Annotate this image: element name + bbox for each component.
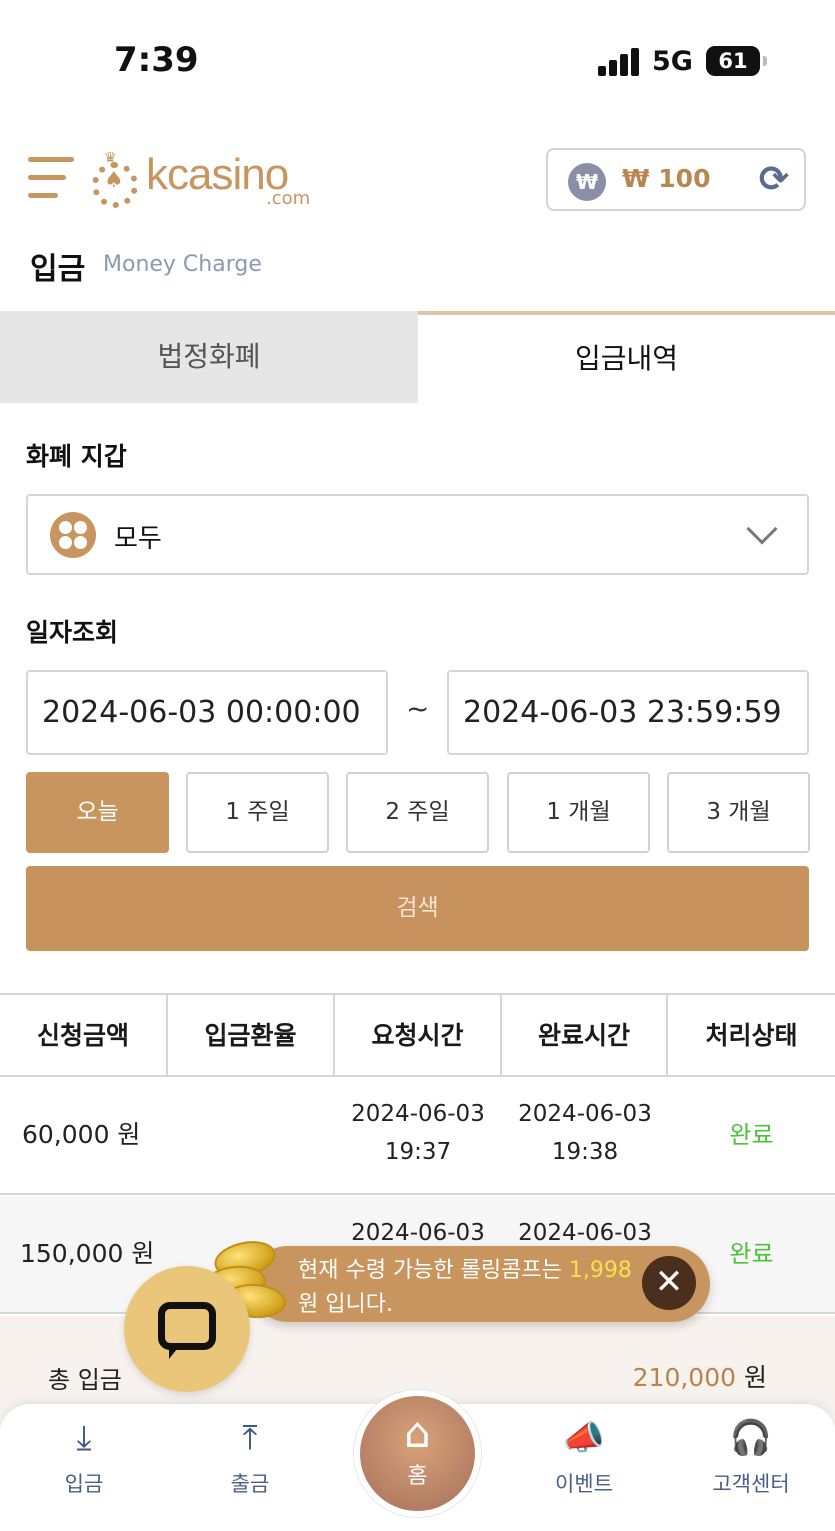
chevron-down-icon bbox=[746, 513, 778, 545]
status-bar: 7:39 5G 61 bbox=[0, 0, 835, 120]
won-icon: ₩ bbox=[568, 163, 606, 201]
total-label: 총 입금 bbox=[48, 1366, 122, 1394]
nav-event[interactable]: 📣 이벤트 bbox=[529, 1414, 639, 1498]
nav-home[interactable]: ⌂ 홈 bbox=[354, 1390, 481, 1517]
range-1month-button[interactable]: 1 개월 bbox=[507, 772, 650, 853]
deposit-icon: ⤓ bbox=[76, 1418, 92, 1458]
chip-icon bbox=[92, 162, 138, 208]
row-request-time: 2024-06-03 19:37 bbox=[335, 1077, 501, 1193]
home-indicator bbox=[0, 1523, 835, 1531]
logo[interactable]: ♛ kcasino .com bbox=[92, 150, 332, 212]
network-type: 5G bbox=[652, 46, 693, 77]
total-value: 210,000 원 bbox=[633, 1358, 767, 1394]
search-button[interactable]: 검색 bbox=[26, 866, 809, 951]
wallet-label: 화폐 지갑 bbox=[26, 442, 127, 471]
status-time: 7:39 bbox=[114, 40, 199, 80]
headset-icon: 🎧 bbox=[729, 1418, 773, 1458]
col-complete-time: 완료시간 bbox=[502, 995, 668, 1077]
row-amount: 60,000 원 bbox=[22, 1120, 141, 1149]
balance-amount: ₩ 100 bbox=[622, 164, 711, 193]
signal-icon bbox=[598, 48, 642, 76]
megaphone-icon: 📣 bbox=[562, 1418, 606, 1458]
wallet-select[interactable]: 모두 bbox=[26, 494, 809, 575]
nav-home-label: 홈 bbox=[407, 1464, 428, 1489]
battery-icon: 61 bbox=[706, 46, 767, 76]
balance-box: ₩ ₩ 100 ⟳ bbox=[546, 148, 806, 211]
total-amount: 210,000 bbox=[632, 1363, 737, 1392]
tab-deposit-history[interactable]: 입금내역 bbox=[418, 311, 835, 403]
row-request-date: 2024-06-03 bbox=[351, 1101, 485, 1127]
toast-text-before: 현재 수령 가능한 롤링콤프는 bbox=[298, 1258, 569, 1283]
range-2week-button[interactable]: 2 주일 bbox=[346, 772, 489, 853]
col-amount: 신청금액 bbox=[0, 995, 168, 1077]
nav-withdraw[interactable]: ⤒ 출금 bbox=[195, 1414, 305, 1498]
home-icon: ⌂ bbox=[404, 1408, 431, 1457]
end-date-input[interactable] bbox=[447, 670, 809, 755]
start-date-input[interactable] bbox=[26, 670, 388, 755]
wallet-selected-value: 모두 bbox=[114, 524, 162, 554]
nav-deposit[interactable]: ⤓ 입금 bbox=[29, 1414, 139, 1498]
nav-deposit-label: 입금 bbox=[64, 1472, 104, 1496]
nav-support[interactable]: 🎧 고객센터 bbox=[696, 1414, 806, 1498]
row-complete-clock: 19:38 bbox=[551, 1139, 619, 1165]
range-3month-button[interactable]: 3 개월 bbox=[667, 772, 810, 853]
refresh-icon[interactable]: ⟳ bbox=[754, 160, 794, 200]
nav-support-label: 고객센터 bbox=[712, 1472, 790, 1496]
nav-event-label: 이벤트 bbox=[555, 1472, 613, 1496]
table-row: 60,000 원 2024-06-03 19:37 2024-06-03 19:… bbox=[0, 1077, 835, 1195]
col-rate: 입금환율 bbox=[168, 995, 335, 1077]
logo-sub: .com bbox=[266, 188, 311, 209]
date-separator: ~ bbox=[406, 692, 430, 725]
rolling-comp-toast[interactable]: 현재 수령 가능한 롤링콤프는 1,998 원 입니다. ✕ bbox=[250, 1246, 710, 1322]
grid-icon bbox=[50, 512, 96, 558]
row-complete-date: 2024-06-03 bbox=[518, 1101, 652, 1127]
col-status: 처리상태 bbox=[705, 1021, 798, 1050]
withdraw-icon: ⤒ bbox=[242, 1418, 258, 1458]
total-unit: 원 bbox=[743, 1363, 767, 1392]
range-today-button[interactable]: 오늘 bbox=[26, 772, 169, 853]
toast-highlight: 1,998 bbox=[568, 1258, 632, 1283]
range-1week-button[interactable]: 1 주일 bbox=[186, 772, 329, 853]
row-request-clock: 19:37 bbox=[384, 1139, 452, 1165]
page-subtitle: Money Charge bbox=[103, 252, 262, 277]
toast-text-after: 원 입니다. bbox=[298, 1292, 393, 1317]
row-status: 완료 bbox=[729, 1121, 774, 1149]
page-title: 입금 bbox=[30, 252, 86, 287]
table-header: 신청금액 입금환율 요청시간 완료시간 처리상태 bbox=[0, 993, 835, 1077]
tab-fiat[interactable]: 법정화폐 bbox=[0, 311, 418, 403]
nav-withdraw-label: 출금 bbox=[230, 1472, 270, 1496]
chat-button[interactable] bbox=[124, 1266, 250, 1392]
tab-bar: 법정화폐 입금내역 bbox=[0, 311, 835, 403]
close-icon[interactable]: ✕ bbox=[642, 1256, 696, 1310]
chat-icon bbox=[158, 1302, 216, 1359]
col-request-time: 요청시간 bbox=[335, 995, 502, 1077]
date-filter-label: 일자조회 bbox=[26, 618, 119, 647]
row-complete-time: 2024-06-03 19:38 bbox=[502, 1077, 668, 1193]
menu-icon[interactable] bbox=[28, 155, 74, 203]
